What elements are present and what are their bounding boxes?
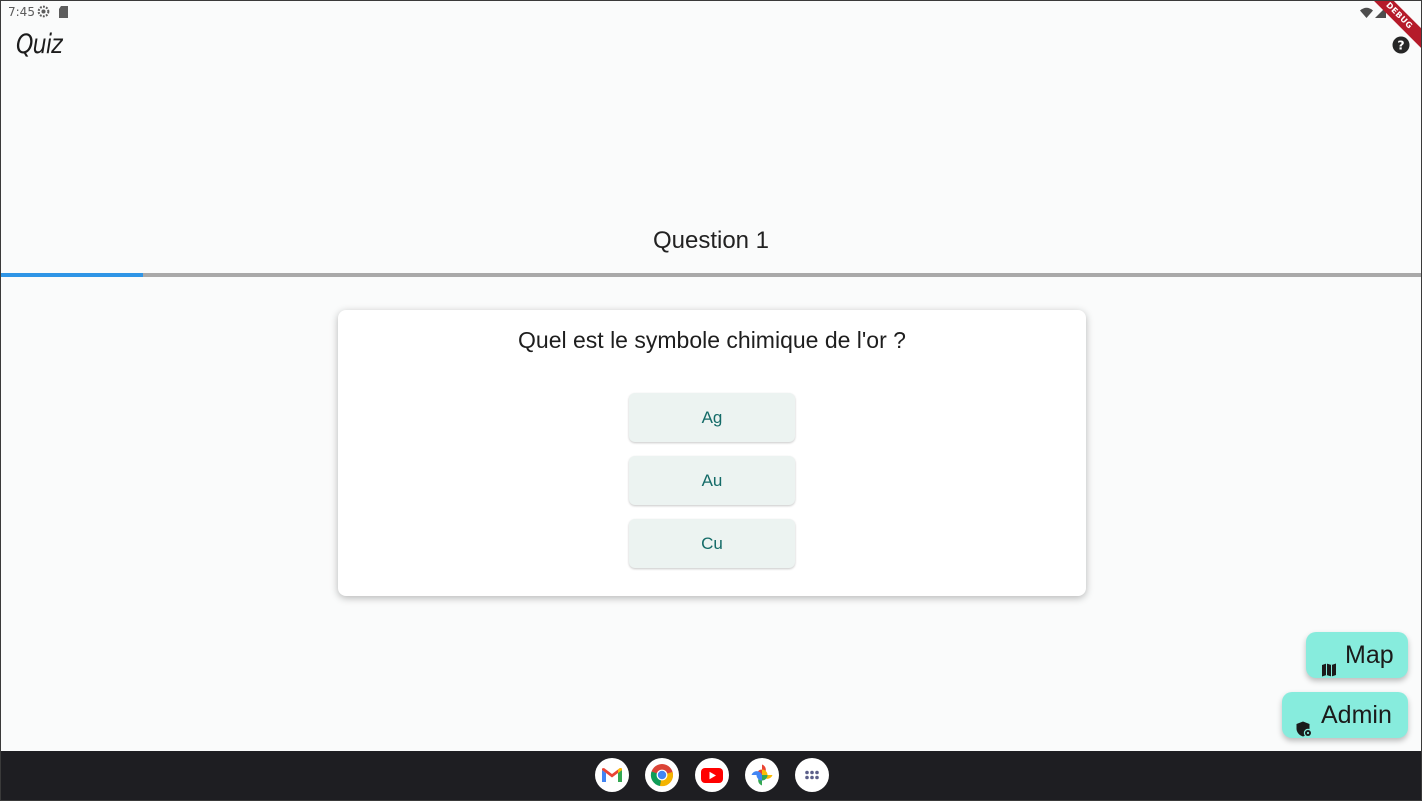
map-icon [1321, 647, 1337, 693]
youtube-icon[interactable] [695, 758, 729, 792]
taskbar [1, 751, 1421, 800]
question-card: Quel est le symbole chimique de l'or ? A… [338, 310, 1086, 596]
answer-button-2[interactable]: Au [629, 456, 795, 505]
chrome-icon[interactable] [645, 758, 679, 792]
admin-shield-icon [1296, 707, 1313, 753]
admin-button-label: Admin [1321, 701, 1392, 729]
status-time: 7:45 [8, 5, 35, 19]
app-window: 7:45 DEBUG Quiz ? Question 1 Quel est le… [0, 0, 1422, 801]
sd-card-icon [58, 5, 69, 23]
answer-button-1[interactable]: Ag [629, 393, 795, 442]
admin-button[interactable]: Admin [1282, 692, 1408, 738]
gmail-icon[interactable] [595, 758, 629, 792]
photos-icon[interactable] [745, 758, 779, 792]
app-title: Quiz [16, 29, 63, 60]
wifi-icon [1360, 5, 1373, 23]
app-drawer-icon[interactable] [795, 758, 829, 792]
progress-bar [1, 273, 1421, 277]
svg-text:?: ? [1397, 38, 1404, 53]
question-text: Quel est le symbole chimique de l'or ? [518, 327, 906, 353]
progress-fill [1, 273, 143, 277]
question-number: Question 1 [652, 227, 770, 254]
map-button-label: Map [1345, 641, 1394, 669]
settings-gear-icon [37, 5, 50, 23]
map-button[interactable]: Map [1306, 632, 1408, 678]
status-bar: 7:45 DEBUG [1, 1, 1421, 53]
answer-button-3[interactable]: Cu [629, 519, 795, 568]
help-circle-icon[interactable]: ? [1392, 36, 1410, 54]
